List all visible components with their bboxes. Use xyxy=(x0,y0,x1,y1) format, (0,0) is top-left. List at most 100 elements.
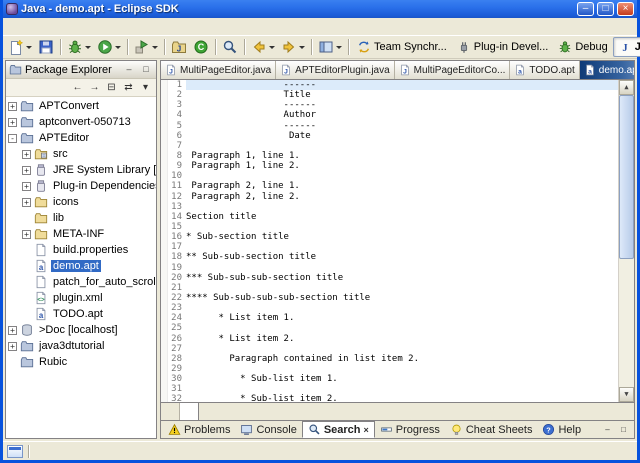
tree-item[interactable]: Rubic xyxy=(6,354,156,370)
scroll-down-icon[interactable]: ▼ xyxy=(619,387,634,402)
code-line[interactable]: 11 Paragraph 2, line 1. xyxy=(168,181,618,191)
line-text[interactable]: Paragraph 2, line 2. xyxy=(186,192,618,202)
code-line[interactable]: 8 Paragraph 1, line 1. xyxy=(168,151,618,161)
tree-expander-icon[interactable]: + xyxy=(22,166,31,175)
menu-item[interactable] xyxy=(41,26,53,28)
code-line[interactable]: 30 * Sub-list item 1. xyxy=(168,374,618,384)
line-text[interactable]: Title xyxy=(186,90,618,100)
code-line[interactable]: 21 xyxy=(168,283,618,293)
line-text[interactable] xyxy=(186,344,618,354)
code-line[interactable]: 10 xyxy=(168,171,618,181)
code-line[interactable]: 23 xyxy=(168,303,618,313)
line-text[interactable]: * List item 1. xyxy=(186,313,618,323)
line-text[interactable] xyxy=(186,364,618,374)
tree-expander-icon[interactable] xyxy=(22,246,31,255)
code-line[interactable]: 22 **** Sub-sub-sub-sub-section title xyxy=(168,293,618,303)
code-line[interactable]: 28 Paragraph contained in list item 2. xyxy=(168,354,618,364)
editor-tab[interactable]: APTEditorPlugin.java × xyxy=(276,61,395,79)
close-button[interactable]: × xyxy=(617,2,634,16)
code-line[interactable]: 12 Paragraph 2, line 2. xyxy=(168,192,618,202)
tree-expander-icon[interactable]: + xyxy=(8,326,17,335)
maximize-bottom-view-icon[interactable]: □ xyxy=(617,424,630,436)
dropdown-arrow-icon[interactable] xyxy=(85,46,91,49)
tree-expander-icon[interactable]: + xyxy=(22,198,31,207)
dropdown-arrow-icon[interactable] xyxy=(26,46,32,49)
line-text[interactable]: *** Sub-sub-sub-section title xyxy=(186,273,618,283)
tree-item[interactable]: + src xyxy=(6,146,156,162)
dropdown-arrow-icon[interactable] xyxy=(299,46,305,49)
line-text[interactable]: Paragraph 2, line 1. xyxy=(186,181,618,191)
forward-history-button[interactable] xyxy=(278,37,308,57)
fast-view-icon[interactable] xyxy=(7,445,23,458)
back-history-button[interactable] xyxy=(248,37,278,57)
code-area[interactable]: 1 ------ 2 Title 3 ------ xyxy=(168,80,618,402)
line-text[interactable] xyxy=(186,171,618,181)
tree-expander-icon[interactable] xyxy=(22,262,31,271)
dropdown-arrow-icon[interactable] xyxy=(336,46,342,49)
menu-item[interactable] xyxy=(77,26,89,28)
line-text[interactable]: * Sub-list item 1. xyxy=(186,374,618,384)
new-java-project-button[interactable] xyxy=(168,37,190,57)
close-view-icon[interactable]: × xyxy=(364,425,369,435)
line-text[interactable] xyxy=(186,263,618,273)
minimize-bottom-view-icon[interactable]: – xyxy=(601,424,614,436)
menu-item[interactable] xyxy=(17,26,29,28)
perspective-team-sync[interactable]: Team Synchr... xyxy=(352,37,452,57)
line-text[interactable]: * Sub-list item 2. xyxy=(186,394,618,402)
code-line[interactable]: 16 * Sub-section title xyxy=(168,232,618,242)
run-button[interactable] xyxy=(94,37,124,57)
menu-item[interactable] xyxy=(65,26,77,28)
code-line[interactable]: 3 ------ xyxy=(168,100,618,110)
code-line[interactable]: 7 xyxy=(168,141,618,151)
line-text[interactable]: * List item 2. xyxy=(186,334,618,344)
line-text[interactable]: Author xyxy=(186,110,618,120)
line-text[interactable]: ------ xyxy=(186,100,618,110)
new-wizard-button[interactable] xyxy=(5,37,35,57)
line-text[interactable] xyxy=(186,283,618,293)
menu-item[interactable] xyxy=(89,26,101,28)
menu-item[interactable] xyxy=(29,26,41,28)
line-text[interactable]: * Sub-section title xyxy=(186,232,618,242)
line-text[interactable]: Date xyxy=(186,131,618,141)
bottom-view-tab[interactable]: Problems × xyxy=(163,422,235,437)
tree-item[interactable]: + JRE System Library [jre1.5.0_10] xyxy=(6,162,156,178)
menu-item[interactable] xyxy=(101,26,113,28)
tree-expander-icon[interactable] xyxy=(22,294,31,303)
tree-item[interactable]: - APTEditor xyxy=(6,130,156,146)
tree-expander-icon[interactable]: + xyxy=(22,182,31,191)
tree-item[interactable]: + Plug-in Dependencies xyxy=(6,178,156,194)
save-button[interactable] xyxy=(35,37,57,57)
tree-item[interactable]: + APTConvert xyxy=(6,98,156,114)
code-line[interactable]: 32 * Sub-list item 2. xyxy=(168,394,618,402)
link-with-editor-icon[interactable]: ⇄ xyxy=(121,81,136,95)
menu-item[interactable] xyxy=(53,26,65,28)
page-tab[interactable] xyxy=(161,403,180,420)
annotation-ruler[interactable] xyxy=(161,80,168,402)
bottom-view-tab[interactable]: Cheat Sheets × xyxy=(445,422,538,437)
code-line[interactable]: 2 Title xyxy=(168,90,618,100)
tree-expander-icon[interactable] xyxy=(22,214,31,223)
line-text[interactable]: Paragraph 1, line 1. xyxy=(186,151,618,161)
menu-item[interactable] xyxy=(113,26,125,28)
line-text[interactable] xyxy=(186,222,618,232)
line-text[interactable]: Section title xyxy=(186,212,618,222)
tree-expander-icon[interactable] xyxy=(8,358,17,367)
tree-item[interactable]: patch_for_auto_scroll.txt xyxy=(6,274,156,290)
perspective-java[interactable]: Java xyxy=(613,37,640,57)
tree-item[interactable]: lib xyxy=(6,210,156,226)
line-text[interactable]: ------ xyxy=(186,80,618,90)
line-text[interactable]: **** Sub-sub-sub-sub-section title xyxy=(186,293,618,303)
tree-item[interactable]: + java3dtutorial xyxy=(6,338,156,354)
line-text[interactable]: ------ xyxy=(186,121,618,131)
title-bar[interactable]: Java - demo.apt - Eclipse SDK – □ × xyxy=(3,0,637,18)
perspective-debug[interactable]: Debug xyxy=(553,37,612,57)
scroll-up-icon[interactable]: ▲ xyxy=(619,80,634,95)
editor-tab[interactable]: TODO.apt × xyxy=(510,61,579,79)
code-line[interactable]: 17 xyxy=(168,242,618,252)
code-line[interactable]: 31 xyxy=(168,384,618,394)
package-explorer-header[interactable]: Package Explorer – □ xyxy=(6,61,156,79)
debug-button[interactable] xyxy=(64,37,94,57)
new-class-button[interactable] xyxy=(190,37,212,57)
tree-item[interactable]: TODO.apt xyxy=(6,306,156,322)
scrollbar-track[interactable] xyxy=(619,95,634,387)
